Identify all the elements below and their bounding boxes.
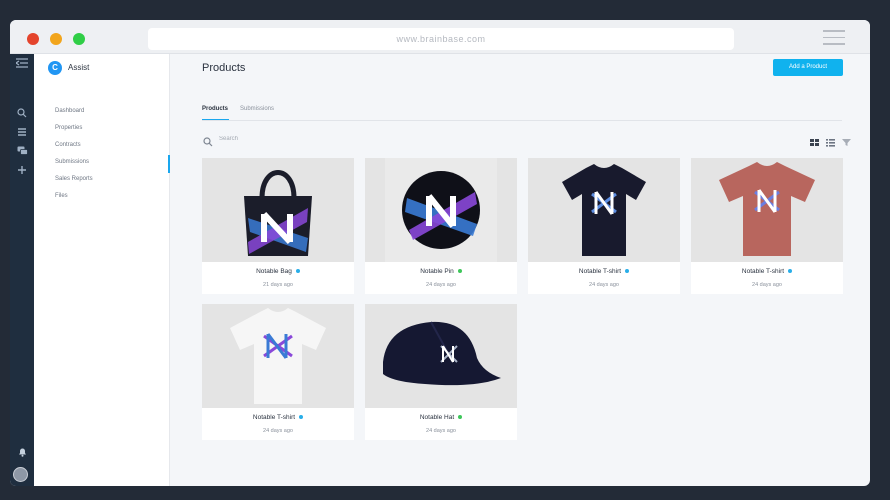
status-dot (299, 415, 304, 420)
product-card[interactable]: Notable T-shirt 24 days ago (528, 158, 680, 294)
browser-titlebar: www.brainbase.com (10, 20, 870, 54)
browser-window: www.brainbase.com C Assist Dashboard Pro… (10, 20, 870, 486)
page-title: Products (202, 62, 246, 74)
bell-icon[interactable] (14, 447, 30, 459)
product-time: 24 days ago (263, 428, 293, 434)
product-time: 24 days ago (752, 282, 782, 288)
status-dot (625, 269, 630, 274)
sidebar-item-sales-reports[interactable]: Sales Reports (55, 176, 93, 182)
tabs-divider (202, 120, 842, 121)
minimize-window-button[interactable] (50, 33, 62, 45)
icon-rail (10, 54, 34, 486)
cap-icon (365, 304, 517, 408)
hamburger-menu-icon[interactable] (823, 30, 845, 46)
product-name: Notable T-shirt (202, 414, 354, 421)
status-dot (458, 415, 463, 420)
white-tshirt-icon (202, 304, 354, 408)
sidebar-item-properties[interactable]: Properties (55, 125, 82, 131)
status-dot (788, 269, 793, 274)
navy-tshirt-icon (528, 158, 680, 262)
product-name: Notable Hat (365, 414, 517, 421)
sidebar-item-dashboard[interactable]: Dashboard (55, 108, 84, 114)
pin-badge-icon (365, 158, 517, 262)
sidebar-item-submissions[interactable]: Submissions (55, 159, 89, 165)
tab-products[interactable]: Products (202, 106, 228, 112)
product-time: 24 days ago (426, 282, 456, 288)
product-name: Notable Bag (202, 268, 354, 275)
main-content: Products Add a Product Products Submissi… (170, 54, 870, 486)
list-icon[interactable] (14, 127, 30, 139)
product-time: 24 days ago (589, 282, 619, 288)
address-bar[interactable]: www.brainbase.com (148, 28, 734, 50)
add-product-button[interactable]: Add a Product (773, 59, 843, 76)
app-name: Assist (68, 63, 90, 72)
search-icon (203, 134, 213, 147)
tab-submissions[interactable]: Submissions (240, 106, 274, 112)
product-card[interactable]: Notable Hat 24 days ago (365, 304, 517, 440)
app-logo-icon: C (48, 61, 62, 75)
product-name: Notable T-shirt (528, 268, 680, 275)
sidebar: C Assist Dashboard Properties Contracts … (34, 54, 170, 486)
status-dot (295, 269, 300, 274)
red-tshirt-icon (691, 158, 843, 262)
search-input[interactable] (219, 133, 419, 145)
list-view-icon[interactable] (826, 134, 835, 147)
sidebar-item-files[interactable]: Files (55, 193, 68, 199)
product-card[interactable]: Notable Pin 24 days ago (365, 158, 517, 294)
user-avatar[interactable] (13, 467, 28, 482)
chat-icon[interactable] (14, 146, 30, 158)
product-card[interactable]: Notable T-shirt 24 days ago (691, 158, 843, 294)
product-time: 21 days ago (263, 282, 293, 288)
product-name: Notable Pin (365, 268, 517, 275)
collapse-menu-icon[interactable] (14, 58, 30, 70)
product-card[interactable]: Notable T-shirt 24 days ago (202, 304, 354, 440)
maximize-window-button[interactable] (73, 33, 85, 45)
filter-icon[interactable] (842, 134, 851, 146)
status-dot (457, 269, 462, 274)
active-tab-indicator (202, 119, 229, 120)
product-card[interactable]: Notable Bag 21 days ago (202, 158, 354, 294)
close-window-button[interactable] (27, 33, 39, 45)
product-time: 24 days ago (426, 428, 456, 434)
search-icon[interactable] (14, 108, 30, 120)
sidebar-item-contracts[interactable]: Contracts (55, 142, 81, 148)
tote-bag-icon (202, 158, 354, 262)
grid-view-icon[interactable] (810, 134, 819, 146)
product-name: Notable T-shirt (691, 268, 843, 275)
plus-icon[interactable] (14, 165, 30, 177)
